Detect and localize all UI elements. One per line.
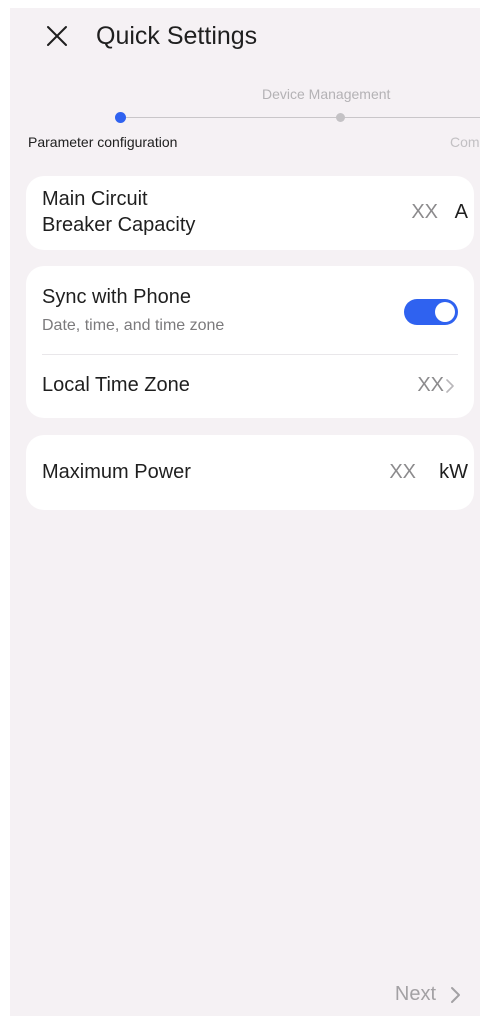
step-dot-device-management (336, 113, 345, 122)
sync-with-phone-toggle[interactable] (404, 299, 458, 325)
maximum-power-unit: kW (439, 461, 468, 483)
step-label-device-management: Device Management (262, 86, 391, 102)
close-icon (47, 26, 67, 46)
breaker-capacity-label-line1: Main Circuit (42, 188, 148, 210)
card-divider (42, 354, 458, 355)
step-label-parameter-configuration: Parameter configuration (28, 134, 178, 150)
next-button[interactable]: Next (372, 980, 462, 1010)
step-dot-parameter-configuration (115, 112, 126, 123)
stepper-line (120, 117, 480, 118)
step-label-next-step: Com (450, 134, 480, 150)
maximum-power-label: Maximum Power (42, 461, 191, 483)
local-time-zone-label: Local Time Zone (42, 374, 190, 396)
breaker-capacity-value[interactable]: XX (411, 200, 438, 225)
chevron-right-icon (451, 987, 460, 1003)
breaker-capacity-unit: A (454, 201, 468, 223)
next-button-label: Next (394, 983, 436, 1005)
quick-settings-screen: Quick Settings Device Management Paramet… (10, 8, 480, 1016)
sync-with-phone-label: Sync with Phone (42, 286, 191, 308)
breaker-capacity-card[interactable]: Main Circuit Breaker Capacity XX A (26, 176, 474, 250)
close-button[interactable] (44, 23, 70, 49)
maximum-power-card[interactable]: Maximum Power XX kW (26, 435, 474, 510)
maximum-power-value[interactable]: XX (389, 460, 416, 485)
time-settings-card: Sync with Phone Date, time, and time zon… (26, 266, 474, 418)
local-time-zone-value[interactable]: XX (417, 373, 444, 398)
header: Quick Settings (10, 8, 480, 66)
progress-stepper: Device Management Parameter configuratio… (10, 82, 480, 162)
page-title: Quick Settings (96, 22, 258, 50)
chevron-right-icon (446, 379, 454, 393)
breaker-capacity-label-line2: Breaker Capacity (42, 214, 196, 236)
sync-with-phone-sublabel: Date, time, and time zone (42, 317, 225, 334)
toggle-knob (435, 302, 455, 322)
